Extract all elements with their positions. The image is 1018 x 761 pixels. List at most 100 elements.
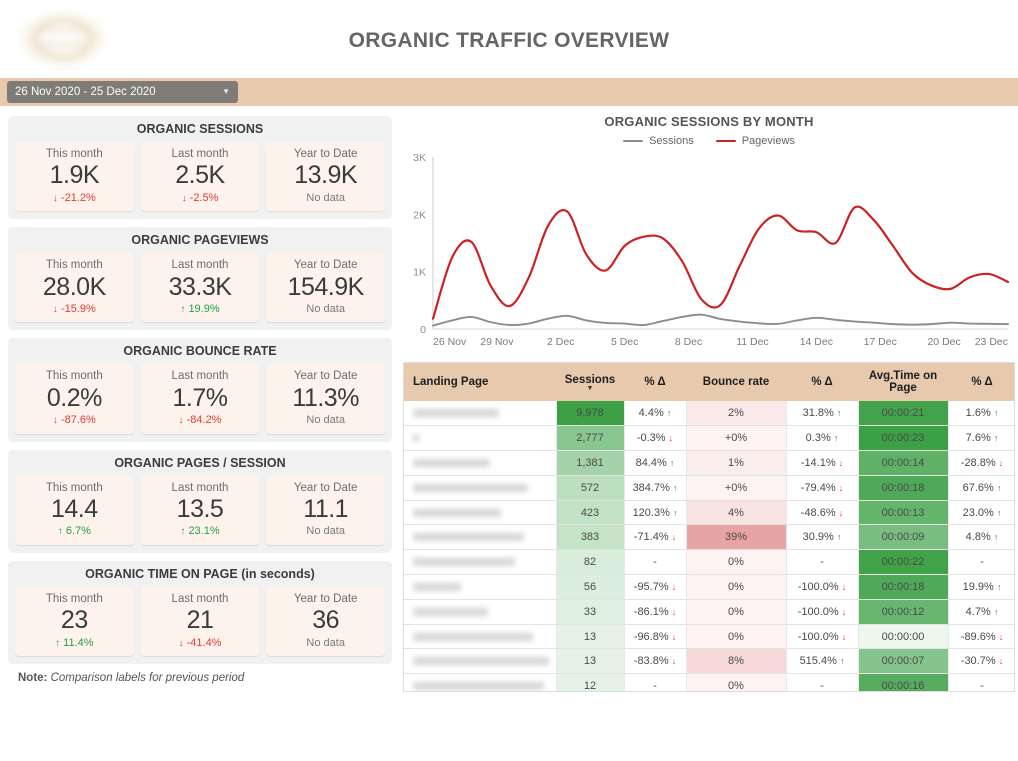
kpi-metric-box[interactable]: Year to Date36No data (266, 587, 385, 656)
kpi-metric-delta-value: No data (306, 303, 345, 315)
table-row[interactable]: 1,38184.4% ↑1%-14.1% ↓00:00:14-28.8% ↓ (404, 451, 1015, 476)
column-header-time-delta[interactable]: % Δ (948, 363, 1015, 401)
kpi-metric-delta: ↓ -87.6% (17, 413, 132, 427)
cell-bounce-delta: - (786, 550, 858, 575)
table-row[interactable]: 572384.7% ↑+0%-79.4% ↓00:00:1867.6% ↑ (404, 475, 1015, 500)
kpi-metric-label: Year to Date (268, 258, 383, 272)
kpi-card: ORGANIC SESSIONSThis month1.9K↓ -21.2%La… (8, 116, 392, 219)
kpi-metric-delta: ↑ 19.9% (143, 302, 258, 316)
arrow-down-icon: ↓ (179, 415, 184, 426)
svg-text:5 Dec: 5 Dec (611, 336, 638, 348)
kpi-metric-box[interactable]: This month28.0K↓ -15.9% (15, 253, 134, 322)
cell-landing-page[interactable] (404, 599, 556, 624)
cell-landing-page[interactable] (404, 674, 556, 692)
cell-landing-page[interactable] (404, 500, 556, 525)
cell-time-delta: -30.7% ↓ (948, 649, 1015, 674)
footnote-prefix: Note: (18, 672, 47, 684)
cell-landing-page[interactable] (404, 426, 556, 451)
table-row[interactable]: 33-86.1% ↓0%-100.0% ↓00:00:124.7% ↑ (404, 599, 1015, 624)
kpi-metric-delta-value: -87.6% (61, 414, 96, 426)
kpi-metric-box[interactable]: Last month1.7%↓ -84.2% (141, 364, 260, 433)
kpi-metric-delta: No data (268, 413, 383, 427)
column-header-bounce-delta[interactable]: % Δ (786, 363, 858, 401)
date-range-selector[interactable]: 26 Nov 2020 - 25 Dec 2020 ▼ (7, 81, 238, 103)
kpi-metric-box[interactable]: Last month21↓ -41.4% (141, 587, 260, 656)
cell-landing-page[interactable] (404, 624, 556, 649)
cell-bounce-rate: 0% (686, 674, 786, 692)
arrow-down-icon: ↓ (672, 607, 677, 617)
cell-bounce-rate: 39% (686, 525, 786, 550)
kpi-metric-box[interactable]: Year to Date11.1No data (266, 476, 385, 545)
chart-plot-area: 01K2K3K26 Nov29 Nov2 Dec5 Dec8 Dec11 Dec… (400, 151, 1018, 359)
arrow-down-icon: ↓ (839, 508, 844, 518)
cell-bounce-delta: -79.4% ↓ (786, 475, 858, 500)
kpi-metric-delta-value: 23.1% (188, 525, 219, 537)
cell-landing-page[interactable] (404, 525, 556, 550)
kpi-metric-value: 0.2% (17, 384, 132, 414)
column-header-bounce-rate[interactable]: Bounce rate (686, 363, 786, 401)
cell-landing-page[interactable] (404, 401, 556, 426)
cell-bounce-delta: -100.0% ↓ (786, 599, 858, 624)
landing-page-table-container[interactable]: Landing Page Sessions ▼ % Δ Bounce rate … (403, 362, 1015, 692)
table-row[interactable]: 383-71.4% ↓39%30.9% ↑00:00:094.8% ↑ (404, 525, 1015, 550)
cell-landing-page[interactable] (404, 550, 556, 575)
arrow-up-icon: ↑ (673, 508, 678, 518)
chart-title: ORGANIC SESSIONS BY MONTH (400, 110, 1018, 129)
table-row[interactable]: 2,777-0.3% ↓+0%0.3% ↑00:00:237.6% ↑ (404, 426, 1015, 451)
kpi-metric-box[interactable]: Year to Date11.3%No data (266, 364, 385, 433)
kpi-card-row: This month0.2%↓ -87.6%Last month1.7%↓ -8… (15, 364, 385, 433)
kpi-metric-delta-value: 6.7% (66, 525, 91, 537)
kpi-metric-box[interactable]: This month14.4↑ 6.7% (15, 476, 134, 545)
cell-sessions-delta: -83.8% ↓ (624, 649, 686, 674)
cell-sessions-delta: -86.1% ↓ (624, 599, 686, 624)
kpi-metric-value: 23 (17, 606, 132, 636)
kpi-metric-delta: No data (268, 524, 383, 538)
column-header-avg-time[interactable]: Avg.Time on Page (858, 363, 948, 401)
kpi-metric-delta: ↓ -15.9% (17, 302, 132, 316)
kpi-card-row: This month1.9K↓ -21.2%Last month2.5K↓ -2… (15, 142, 385, 211)
kpi-metric-box[interactable]: Year to Date13.9KNo data (266, 142, 385, 211)
table-row[interactable]: 9,9784.4% ↑2%31.8% ↑00:00:211.6% ↑ (404, 401, 1015, 426)
kpi-metric-box[interactable]: This month0.2%↓ -87.6% (15, 364, 134, 433)
table-row[interactable]: 12-0%-00:00:16- (404, 674, 1015, 692)
kpi-metric-value: 13.9K (268, 161, 383, 191)
cell-landing-page[interactable] (404, 649, 556, 674)
cell-sessions-delta: -95.7% ↓ (624, 575, 686, 600)
kpi-metric-box[interactable]: This month23↑ 11.4% (15, 587, 134, 656)
table-row[interactable]: 423120.3% ↑4%-48.6% ↓00:00:1323.0% ↑ (404, 500, 1015, 525)
svg-text:11 Dec: 11 Dec (736, 336, 769, 348)
arrow-down-icon: ↓ (839, 483, 844, 493)
redacted-landing-page-label (413, 409, 499, 417)
cell-landing-page[interactable] (404, 451, 556, 476)
page-title: ORGANIC TRAFFIC OVERVIEW (0, 29, 1018, 53)
kpi-metric-delta: ↑ 23.1% (143, 524, 258, 538)
cell-landing-page[interactable] (404, 575, 556, 600)
table-row[interactable]: 56-95.7% ↓0%-100.0% ↓00:00:1819.9% ↑ (404, 575, 1015, 600)
table-row[interactable]: 13-96.8% ↓0%-100.0% ↓00:00:00-89.6% ↓ (404, 624, 1015, 649)
table-row[interactable]: 13-83.8% ↓8%515.4% ↑00:00:07-30.7% ↓ (404, 649, 1015, 674)
cell-bounce-rate: 4% (686, 500, 786, 525)
column-header-sessions-delta[interactable]: % Δ (624, 363, 686, 401)
cell-landing-page[interactable] (404, 475, 556, 500)
kpi-metric-value: 13.5 (143, 495, 258, 525)
cell-sessions: 13 (556, 624, 624, 649)
kpi-metric-value: 11.1 (268, 495, 383, 525)
kpi-metric-box[interactable]: Last month33.3K↑ 19.9% (141, 253, 260, 322)
legend-item-sessions[interactable]: Sessions (623, 135, 694, 147)
cell-sessions-delta: - (624, 674, 686, 692)
kpi-metric-label: Last month (143, 592, 258, 606)
kpi-metric-box[interactable]: Last month13.5↑ 23.1% (141, 476, 260, 545)
column-header-landing-page[interactable]: Landing Page (404, 363, 556, 401)
legend-item-pageviews[interactable]: Pageviews (716, 135, 795, 147)
cell-sessions: 13 (556, 649, 624, 674)
column-header-sessions[interactable]: Sessions ▼ (556, 363, 624, 401)
cell-bounce-rate: 1% (686, 451, 786, 476)
kpi-metric-box[interactable]: Year to Date154.9KNo data (266, 253, 385, 322)
table-row[interactable]: 82-0%-00:00:22- (404, 550, 1015, 575)
kpi-metric-box[interactable]: This month1.9K↓ -21.2% (15, 142, 134, 211)
kpi-metric-value: 1.9K (17, 161, 132, 191)
cell-bounce-delta: 0.3% ↑ (786, 426, 858, 451)
kpi-metric-box[interactable]: Last month2.5K↓ -2.5% (141, 142, 260, 211)
cell-sessions: 12 (556, 674, 624, 692)
table-body: 9,9784.4% ↑2%31.8% ↑00:00:211.6% ↑2,777-… (404, 401, 1015, 692)
